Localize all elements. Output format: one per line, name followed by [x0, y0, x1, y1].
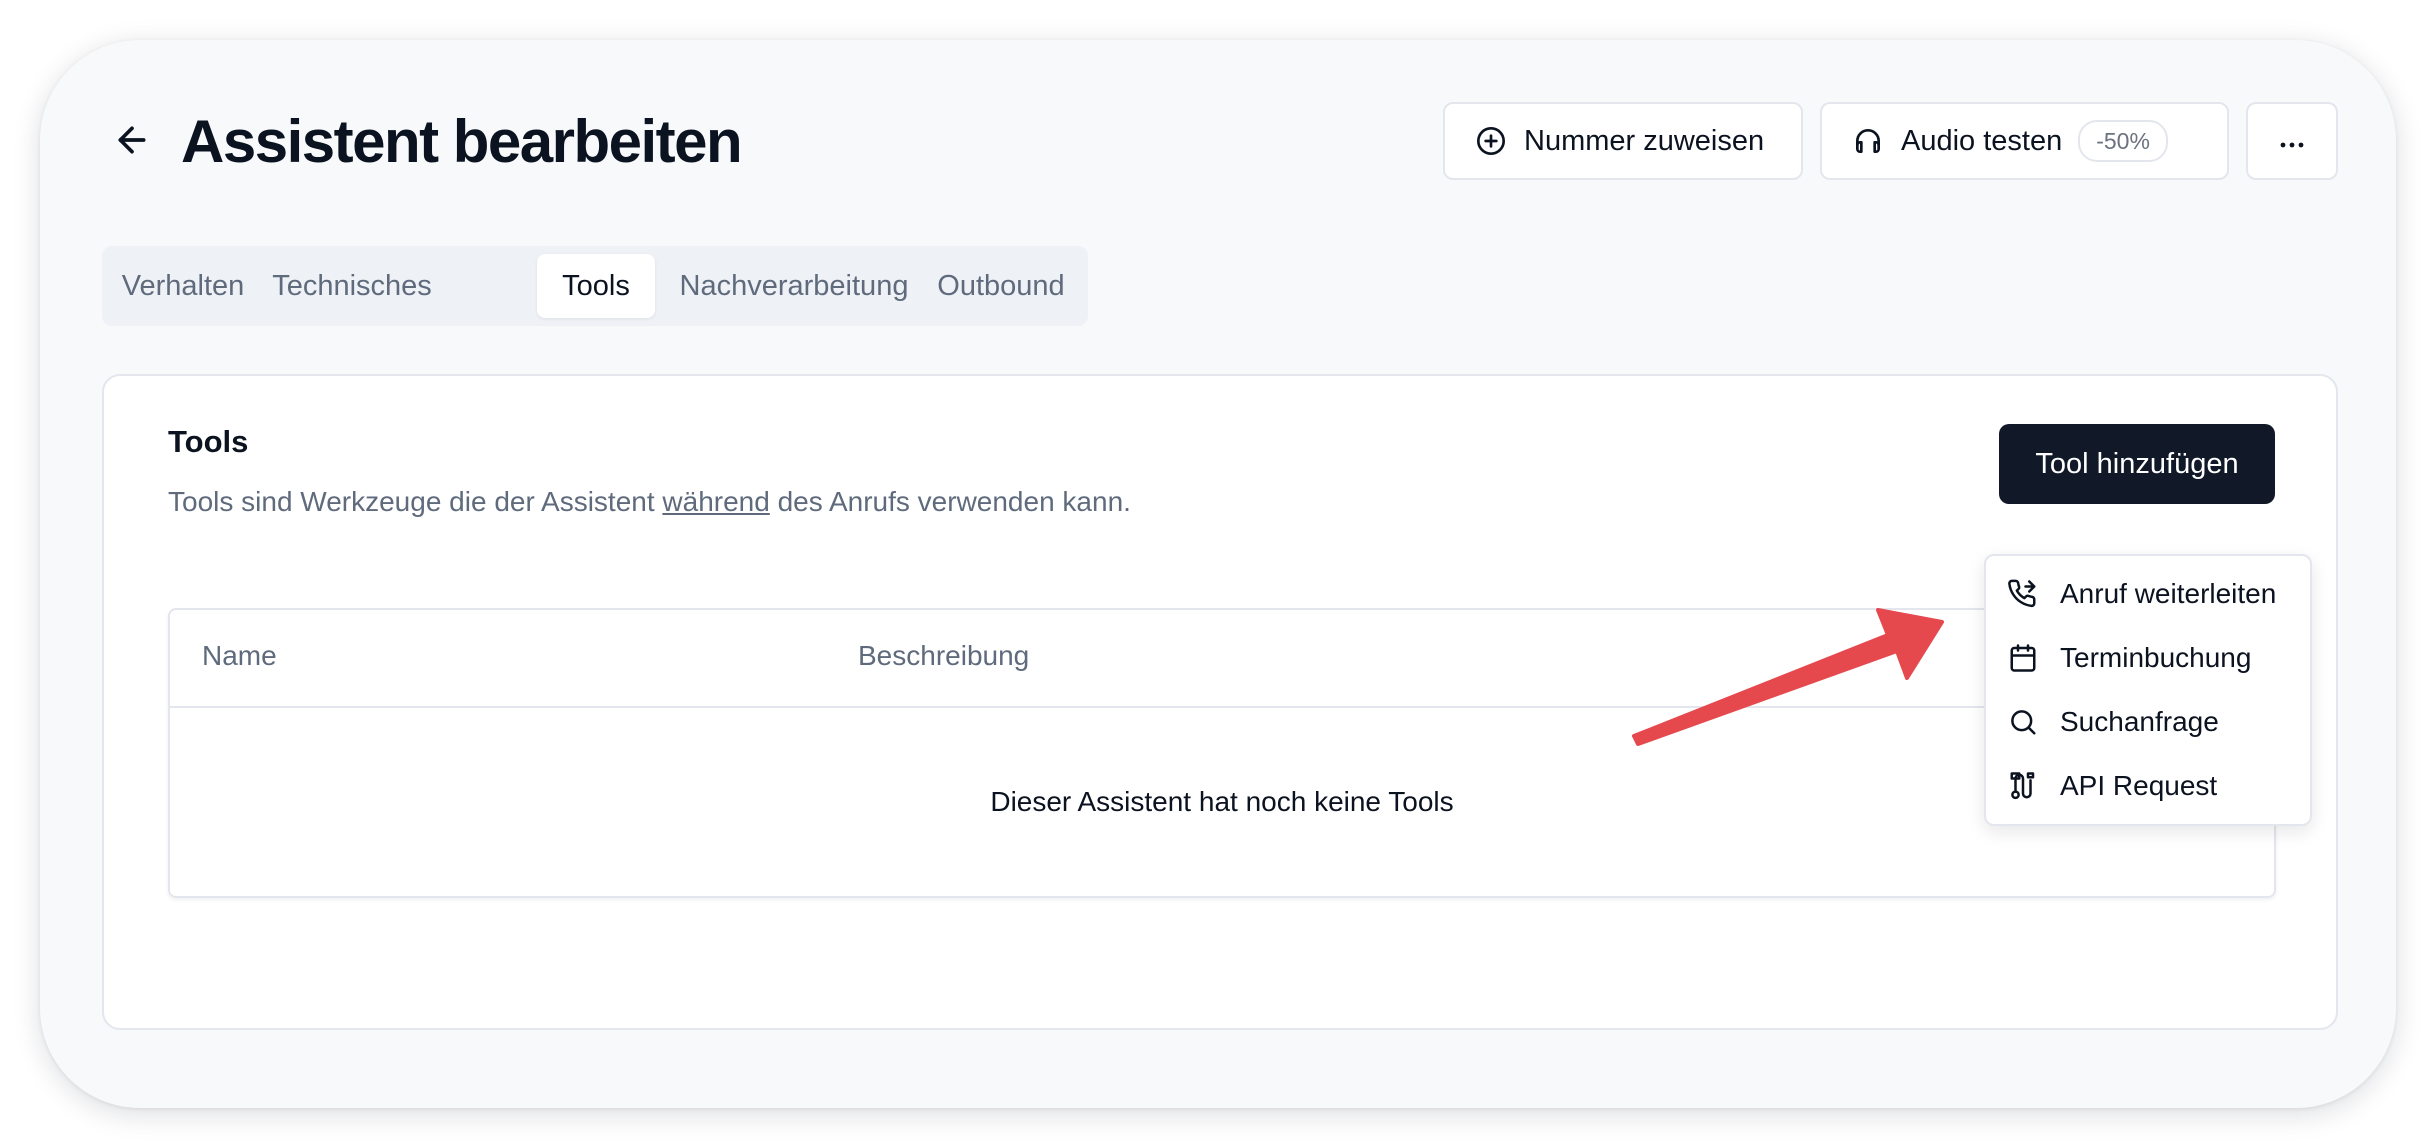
app-window: Assistent bearbeiten Nummer zuweisen Aud…	[40, 40, 2396, 1108]
description-text: Tools sind Werkzeuge die der Assistent	[168, 486, 663, 517]
back-button[interactable]	[102, 112, 162, 172]
description-text-end: des Anrufs verwenden kann.	[769, 486, 1131, 517]
add-tool-button[interactable]: Tool hinzufügen	[1999, 424, 2275, 504]
test-audio-label: Audio testen	[1901, 124, 2063, 157]
more-horizontal-icon	[2277, 125, 2307, 158]
tab-bar: Verhalten Technisches Tools Nachverarbei…	[102, 246, 1088, 326]
menu-item-label: Suchanfrage	[2060, 706, 2219, 737]
tab-outbound[interactable]: Outbound	[930, 254, 1072, 318]
tools-card-title: Tools	[168, 424, 249, 459]
calendar-icon	[2008, 643, 2038, 673]
tools-card-description: Tools sind Werkzeuge die der Assistent w…	[168, 486, 1131, 518]
search-icon	[2008, 707, 2038, 737]
headphones-icon	[1852, 125, 1884, 157]
assign-number-button[interactable]: Nummer zuweisen	[1443, 102, 1803, 180]
table-divider	[170, 706, 2274, 708]
menu-item-search[interactable]: Suchanfrage	[2008, 696, 2219, 748]
plus-circle-icon	[1475, 125, 1507, 157]
menu-item-appointment[interactable]: Terminbuchung	[2008, 632, 2251, 684]
column-header-description: Beschreibung	[858, 640, 1030, 671]
column-header-name: Name	[202, 640, 277, 671]
page-title: Assistent bearbeiten	[181, 108, 743, 175]
add-tool-dropdown: Anruf weiterleiten Terminbuchung Suchanf…	[1984, 554, 2312, 826]
assign-number-label: Nummer zuweisen	[1524, 124, 1765, 157]
test-audio-button[interactable]: Audio testen -50%	[1820, 102, 2229, 180]
more-options-button[interactable]	[2246, 102, 2338, 180]
route-icon	[2008, 771, 2038, 801]
tab-technisches[interactable]: Technisches	[264, 254, 440, 318]
audio-volume-badge: -50%	[2078, 120, 2168, 162]
description-underlined: während	[662, 486, 770, 517]
tab-tools[interactable]: Tools	[537, 254, 655, 318]
empty-state-message: Dieser Assistent hat noch keine Tools	[990, 786, 1454, 817]
menu-item-label: Anruf weiterleiten	[2060, 578, 2277, 609]
tab-nachverarbeitung[interactable]: Nachverarbeitung	[672, 254, 916, 318]
menu-item-call-forward[interactable]: Anruf weiterleiten	[2008, 568, 2276, 620]
menu-item-label: API Request	[2060, 770, 2218, 801]
menu-item-api-request[interactable]: API Request	[2008, 760, 2217, 812]
tools-table: Name Beschreibung Dieser Assistent hat n…	[168, 608, 2276, 898]
tab-verhalten[interactable]: Verhalten	[118, 254, 248, 318]
menu-item-label: Terminbuchung	[2060, 642, 2252, 673]
arrow-left-icon	[112, 120, 152, 165]
phone-forward-icon	[2008, 579, 2038, 609]
